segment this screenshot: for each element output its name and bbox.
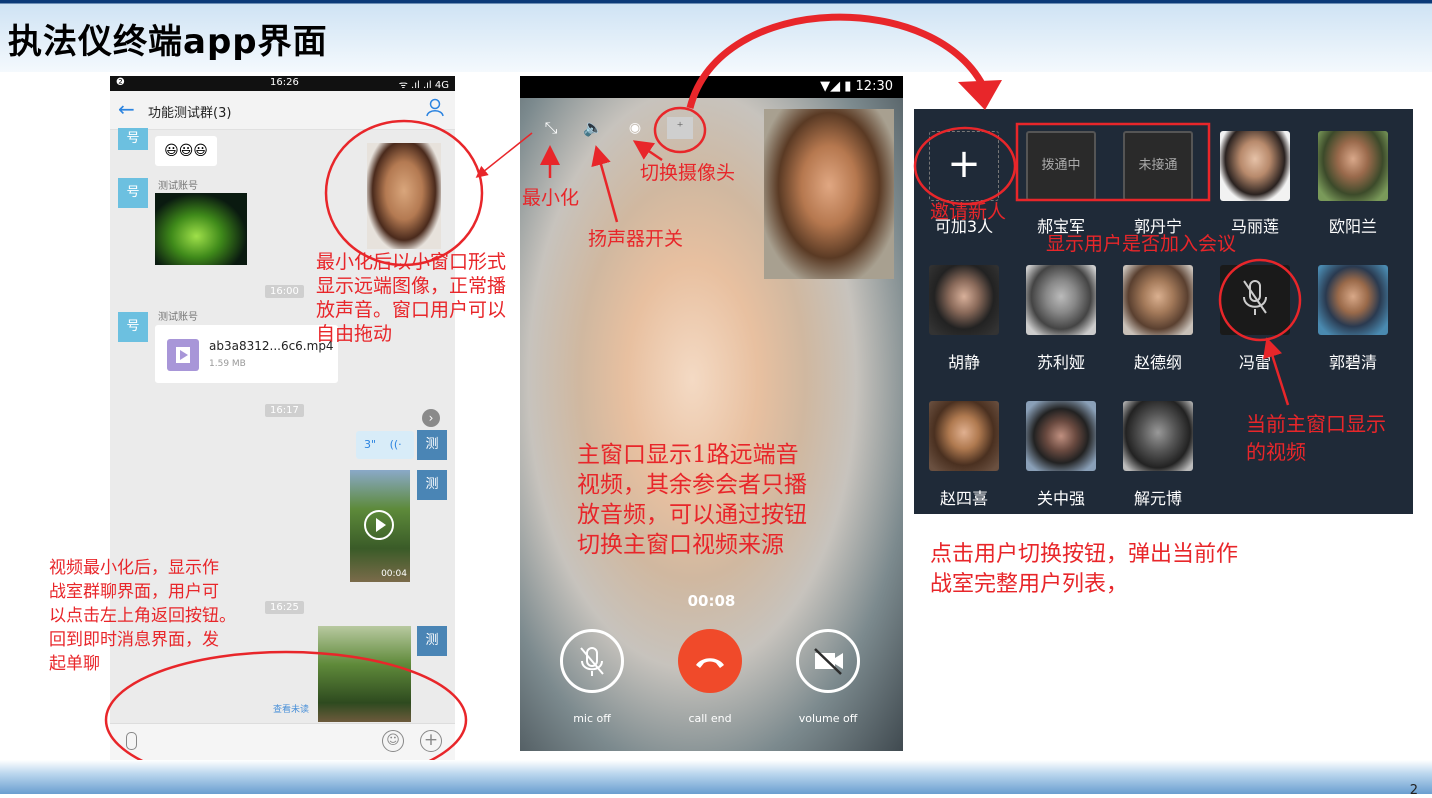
annotation-line: 当前主窗口显示 (1246, 412, 1386, 436)
annotation-line: 显示远端图像，正常播 (316, 275, 507, 297)
annotation-chat-back: 视频最小化后，显示作 战室群聊界面，用户可 以点击左上角返回按钮。 回到即时消息… (49, 556, 236, 676)
arrow-small-window (475, 132, 533, 178)
annotation-invite: 邀请新人 (930, 201, 1007, 223)
annotation-line: 的视频 (1246, 440, 1306, 464)
curved-arrow-head (958, 80, 1002, 110)
highlight-ellipse-add-user (653, 106, 707, 154)
annotation-main-window: 主窗口显示1路远端音 视频，其余参会者只播 放音频，可以通过按钮 切换主窗口视频… (577, 440, 807, 560)
annotation-line: 最小化后以小窗口形式 (316, 251, 507, 273)
highlight-ellipse-current (1218, 258, 1302, 342)
arrow-speaker (591, 145, 619, 223)
footer-band: 2 (0, 760, 1432, 798)
annotation-line: 放声音。窗口用户可以 (316, 299, 507, 321)
annotation-line: 起单聊 (49, 654, 100, 674)
annotation-speaker: 扬声器开关 (588, 228, 684, 250)
annotation-line: 切换主窗口视频来源 (577, 532, 784, 558)
highlight-ellipse-invite (913, 126, 1017, 206)
highlight-rect-status (1015, 122, 1211, 202)
annotation-line: 视频，其余参会者只播 (577, 472, 807, 498)
annotation-line: 战室完整用户列表， (930, 572, 1129, 597)
annotation-line: 点击用户切换按钮，弹出当前作 (930, 542, 1239, 567)
annotation-line: 自由拖动 (316, 323, 393, 345)
annotation-line: 主窗口显示1路远端音 (577, 442, 799, 468)
arrow-current-video (1263, 337, 1290, 406)
curved-arrow-to-list (686, 13, 989, 109)
highlight-ellipse-small-window (324, 119, 484, 267)
annotation-line: 以点击左上角返回按钮。 (49, 606, 236, 626)
annotation-line: 战室群聊界面，用户可 (49, 582, 219, 602)
annotation-minimize: 最小化 (522, 187, 580, 209)
annotation-switch-camera: 切换摄像头 (640, 162, 736, 184)
arrow-camera (632, 140, 663, 162)
page-number: 2 (1409, 783, 1418, 798)
annotation-joined: 显示用户是否加入会议 (1046, 233, 1237, 255)
annotation-current-video: 当前主窗口显示 的视频 (1246, 410, 1386, 466)
annotation-user-list: 点击用户切换按钮，弹出当前作 战室完整用户列表， (930, 540, 1238, 600)
annotation-line: 回到即时消息界面，发 (49, 630, 219, 650)
annotation-small-window: 最小化后以小窗口形式 显示远端图像，正常播 放声音。窗口用户可以 自由拖动 (316, 250, 506, 346)
annotation-line: 视频最小化后，显示作 (49, 558, 219, 578)
annotation-line: 放音频，可以通过按钮 (577, 502, 807, 528)
